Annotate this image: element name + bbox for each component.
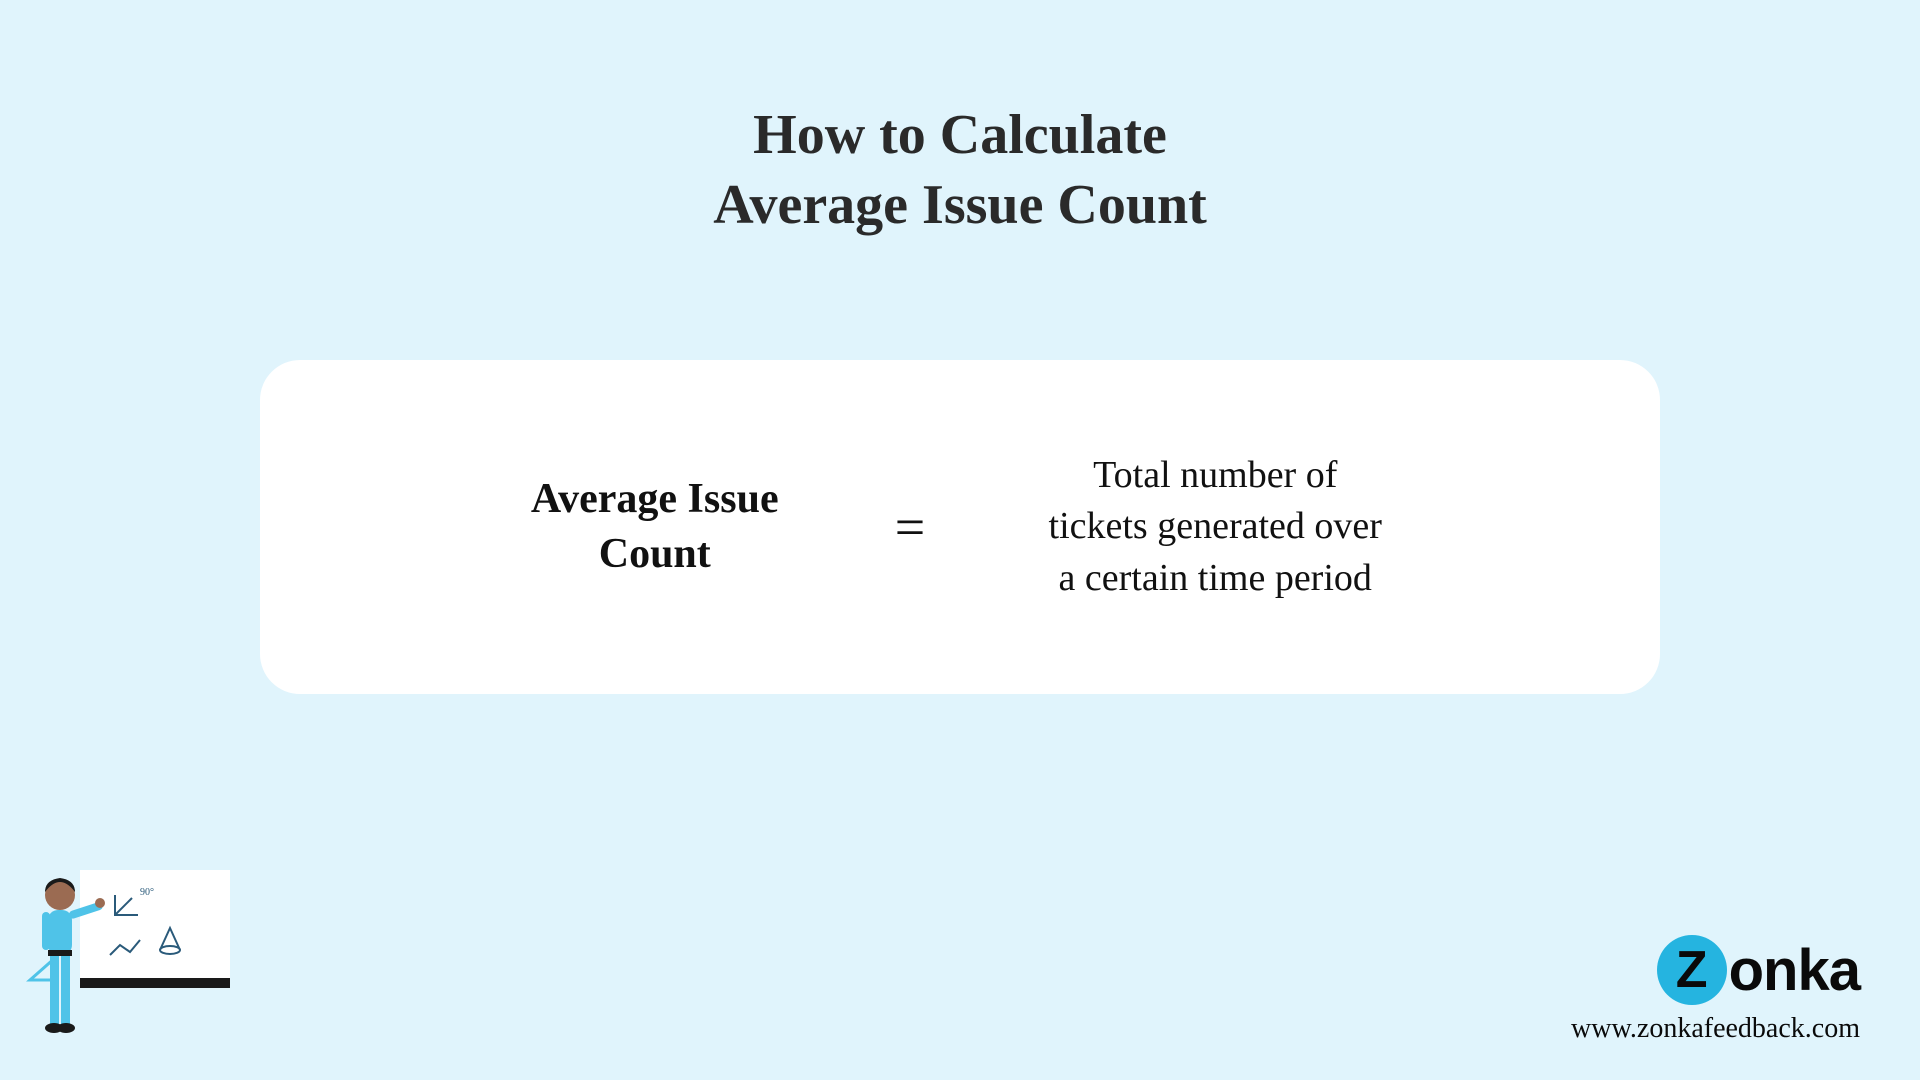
equals-sign: = [895,496,925,558]
teacher-whiteboard-illustration: 90° [20,850,240,1050]
formula-right-line-2: tickets generated over [985,501,1445,552]
brand-url: www.zonkafeedback.com [1571,1013,1860,1045]
brand-block: Z onka www.zonkafeedback.com [1571,935,1860,1045]
formula-left-line-1: Average Issue [475,472,835,527]
brand-logo: Z onka [1571,935,1860,1005]
page-title: How to Calculate Average Issue Count [0,0,1920,240]
formula-left-term: Average Issue Count [475,472,835,581]
title-line-2: Average Issue Count [0,170,1920,240]
brand-logo-z: Z [1657,935,1727,1005]
formula-right-line-1: Total number of [985,450,1445,501]
title-line-1: How to Calculate [0,100,1920,170]
formula-left-line-2: Count [475,527,835,582]
svg-text:90°: 90° [140,887,154,898]
formula-card: Average Issue Count = Total number of ti… [260,360,1660,694]
formula-right-term: Total number of tickets generated over a… [985,450,1445,604]
formula-right-line-3: a certain time period [985,553,1445,604]
brand-logo-text: onka [1729,937,1860,1004]
